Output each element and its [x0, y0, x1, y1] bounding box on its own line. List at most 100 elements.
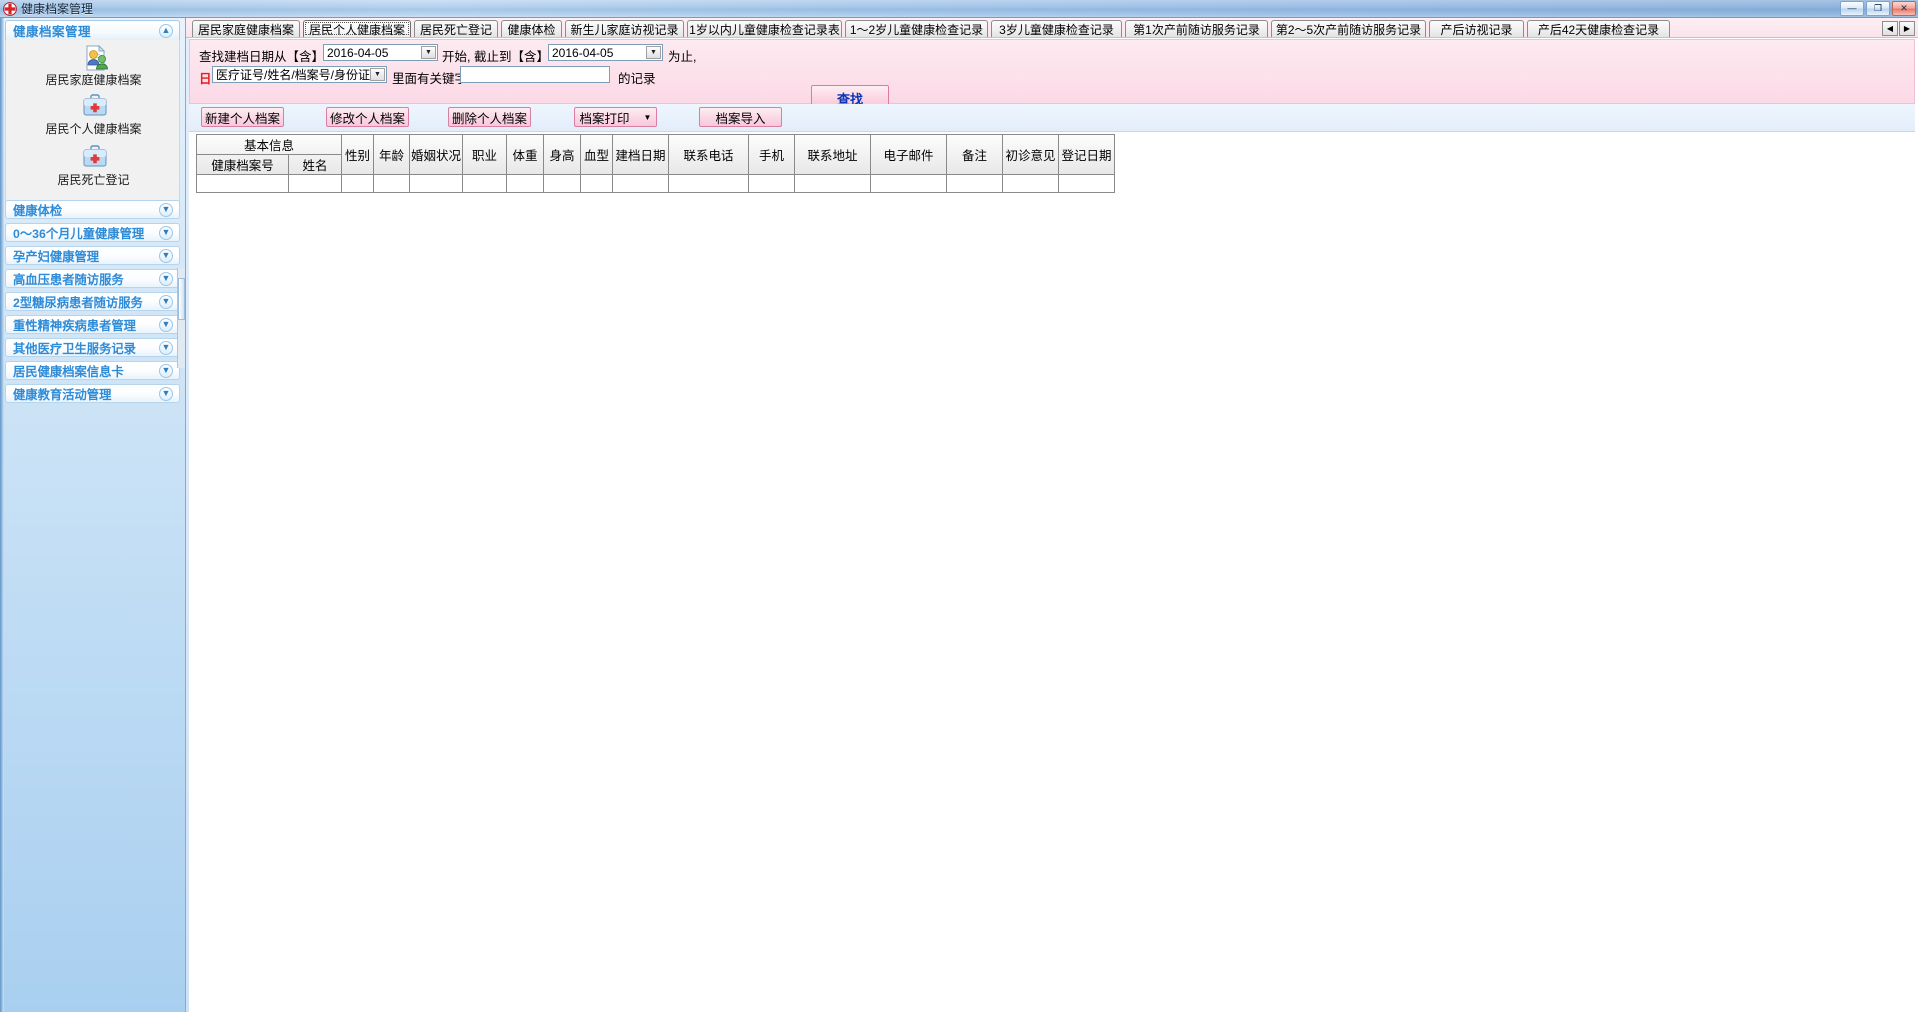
search-field-value: 医疗证号/姓名/档案号/身份证 [216, 68, 371, 82]
sidebar-section-mental-illness[interactable]: 重性精神疾病患者管理 ▼ [5, 315, 180, 334]
sidebar-section-label: 2型糖尿病患者随访服务 [13, 295, 143, 310]
sidebar-scrollbar[interactable] [177, 268, 185, 368]
chevron-up-icon[interactable]: ▲ [159, 23, 173, 38]
sidebar-section-label: 孕产妇健康管理 [13, 249, 100, 264]
delete-personal-record-button[interactable]: 删除个人档案 [448, 107, 531, 127]
window-title: 健康档案管理 [21, 2, 94, 16]
sidebar-section-info-card[interactable]: 居民健康档案信息卡 ▼ [5, 361, 180, 380]
grid-col-marital[interactable]: 婚姻状况 [410, 135, 463, 174]
sidebar-section-label: 0～36个月儿童健康管理 [13, 226, 145, 241]
window-controls: — ❐ ✕ [1840, 1, 1916, 16]
tab-child-1-2-exam[interactable]: 1～2岁儿童健康检查记录 [845, 20, 988, 37]
grid-col-email[interactable]: 电子邮件 [871, 135, 947, 174]
chevron-down-icon[interactable]: ▼ [159, 363, 173, 378]
maximize-button[interactable]: ❐ [1866, 1, 1890, 16]
chevron-down-icon[interactable]: ▼ [370, 68, 385, 81]
tab-postpartum-42day-exam[interactable]: 产后42天健康检查记录 [1527, 20, 1670, 37]
tab-personal-health-record[interactable]: 居民个人健康档案 [303, 20, 411, 37]
sidebar-section-label: 健康体检 [13, 203, 63, 218]
chevron-down-icon[interactable]: ▼ [159, 271, 173, 286]
tab-health-exam[interactable]: 健康体检 [501, 20, 562, 37]
minimize-button[interactable]: — [1840, 1, 1864, 16]
grid-col-first-opinion[interactable]: 初诊意见 [1003, 135, 1059, 174]
chevron-down-icon[interactable]: ▼ [159, 386, 173, 401]
grid-col-mobile[interactable]: 手机 [749, 135, 795, 174]
print-record-button[interactable]: 档案打印 ▼ [574, 107, 657, 127]
sidebar-section-diabetes[interactable]: 2型糖尿病患者随访服务 ▼ [5, 292, 180, 311]
grid-col-record-no[interactable]: 健康档案号 [197, 155, 289, 174]
grid-col-register-date[interactable]: 登记日期 [1059, 135, 1115, 174]
grid-col-create-date[interactable]: 建档日期 [613, 135, 669, 174]
print-record-label: 档案打印 [579, 111, 630, 126]
query-from-label: 查找建档日期从【含】 [199, 50, 325, 64]
grid-header-row: 基本信息 健康档案号 姓名 性别 年龄 婚姻状况 职业 体重 身高 血型 建档日… [196, 134, 1115, 175]
search-field-combo[interactable]: 医疗证号/姓名/档案号/身份证 ▼ [212, 66, 387, 83]
sidebar: 健康档案管理 ▲ 居民家庭健康档案 居民个人健康档案 居民死亡登记 健康体检 ▼… [0, 18, 186, 1012]
medical-case-icon [80, 93, 108, 119]
sidebar-section-other-services[interactable]: 其他医疗卫生服务记录 ▼ [5, 338, 180, 357]
import-record-button[interactable]: 档案导入 [699, 107, 782, 127]
tab-death-registration[interactable]: 居民死亡登记 [414, 20, 498, 37]
grid-col-age[interactable]: 年龄 [374, 135, 410, 174]
query-records-label: 的记录 [618, 72, 656, 86]
date-to-combo[interactable]: 2016-04-05 ▼ [548, 44, 663, 61]
chevron-down-icon[interactable]: ▼ [159, 294, 173, 309]
chevron-down-icon[interactable]: ▼ [421, 46, 436, 59]
close-button[interactable]: ✕ [1892, 1, 1916, 16]
sidebar-scrollbar-thumb[interactable] [178, 278, 185, 320]
grid-col-gender[interactable]: 性别 [342, 135, 374, 174]
chevron-down-icon[interactable]: ▼ [159, 202, 173, 217]
edit-personal-record-button[interactable]: 修改个人档案 [326, 107, 409, 127]
chevron-down-icon[interactable]: ▼ [159, 248, 173, 263]
new-personal-record-button[interactable]: 新建个人档案 [201, 107, 284, 127]
tab-child-3-exam[interactable]: 3岁儿童健康检查记录 [991, 20, 1122, 37]
grid-empty-row[interactable] [196, 175, 1115, 193]
grid-col-address[interactable]: 联系地址 [795, 135, 871, 174]
sidebar-section-health-education[interactable]: 健康教育活动管理 ▼ [5, 384, 180, 403]
tab-postpartum-visit[interactable]: 产后访视记录 [1429, 20, 1524, 37]
chevron-left-icon[interactable]: ◀ [1882, 21, 1898, 36]
tab-infant-under-1-exam[interactable]: 1岁以内儿童健康检查记录表 [687, 20, 842, 37]
tab-prenatal-visit-1[interactable]: 第1次产前随访服务记录 [1125, 20, 1268, 37]
chevron-down-icon[interactable]: ▼ [159, 317, 173, 332]
query-start-label: 开始, 截止到【含】 [442, 50, 549, 64]
sidebar-section-hypertension[interactable]: 高血压患者随访服务 ▼ [5, 269, 180, 288]
query-panel: 查找建档日期从【含】 2016-04-05 ▼ 开始, 截止到【含】 2016-… [189, 39, 1915, 111]
chevron-down-icon[interactable]: ▼ [159, 340, 173, 355]
date-from-combo[interactable]: 2016-04-05 ▼ [323, 44, 438, 61]
grid-col-height[interactable]: 身高 [544, 135, 581, 174]
query-until-label: 为止, [668, 50, 697, 64]
medical-case-icon [80, 144, 108, 170]
query-field-marker: 日 [199, 72, 212, 86]
sidebar-header[interactable]: 健康档案管理 ▲ [5, 20, 180, 40]
keyword-input[interactable] [460, 66, 610, 83]
action-toolbar: 新建个人档案 修改个人档案 删除个人档案 档案打印 ▼ 档案导入 [189, 104, 1915, 131]
sidebar-section-label: 健康教育活动管理 [13, 387, 112, 402]
grid-col-occupation[interactable]: 职业 [463, 135, 507, 174]
grid-col-phone[interactable]: 联系电话 [669, 135, 749, 174]
sidebar-section-health-exam[interactable]: 健康体检 ▼ [5, 200, 180, 219]
chevron-right-icon[interactable]: ▶ [1899, 21, 1915, 36]
chevron-down-icon[interactable]: ▼ [159, 225, 173, 240]
grid-col-group-basic-info[interactable]: 基本信息 健康档案号 姓名 [197, 135, 342, 174]
sidebar-item-family-record[interactable]: 居民家庭健康档案 [6, 44, 181, 94]
sidebar-item-personal-record[interactable]: 居民个人健康档案 [6, 93, 181, 143]
caret-down-icon[interactable]: ▼ [644, 113, 652, 122]
grid-col-blood-type[interactable]: 血型 [581, 135, 613, 174]
records-grid: 基本信息 健康档案号 姓名 性别 年龄 婚姻状况 职业 体重 身高 血型 建档日… [189, 131, 1915, 1010]
tab-newborn-home-visit[interactable]: 新生儿家庭访视记录 [565, 20, 684, 37]
tab-family-health-record[interactable]: 居民家庭健康档案 [192, 20, 300, 37]
grid-col-name[interactable]: 姓名 [289, 155, 341, 174]
tab-scroll-controls: ◀ ▶ [1882, 21, 1915, 36]
date-from-value: 2016-04-05 [327, 45, 389, 60]
sidebar-item-death-registration[interactable]: 居民死亡登记 [6, 144, 181, 194]
grid-col-remark[interactable]: 备注 [947, 135, 1003, 174]
grid-col-weight[interactable]: 体重 [507, 135, 544, 174]
chevron-down-icon[interactable]: ▼ [646, 46, 661, 59]
tab-bar: 居民家庭健康档案 居民个人健康档案 居民死亡登记 健康体检 新生儿家庭访视记录 … [186, 18, 1918, 38]
tab-prenatal-visit-2-5[interactable]: 第2～5次产前随访服务记录 [1271, 20, 1426, 37]
sidebar-section-child-0-36[interactable]: 0～36个月儿童健康管理 ▼ [5, 223, 180, 242]
main-content: 居民家庭健康档案 居民个人健康档案 居民死亡登记 健康体检 新生儿家庭访视记录 … [186, 18, 1918, 1012]
sidebar-section-maternal[interactable]: 孕产妇健康管理 ▼ [5, 246, 180, 265]
query-keyword-label: 里面有关键字 [392, 72, 468, 86]
